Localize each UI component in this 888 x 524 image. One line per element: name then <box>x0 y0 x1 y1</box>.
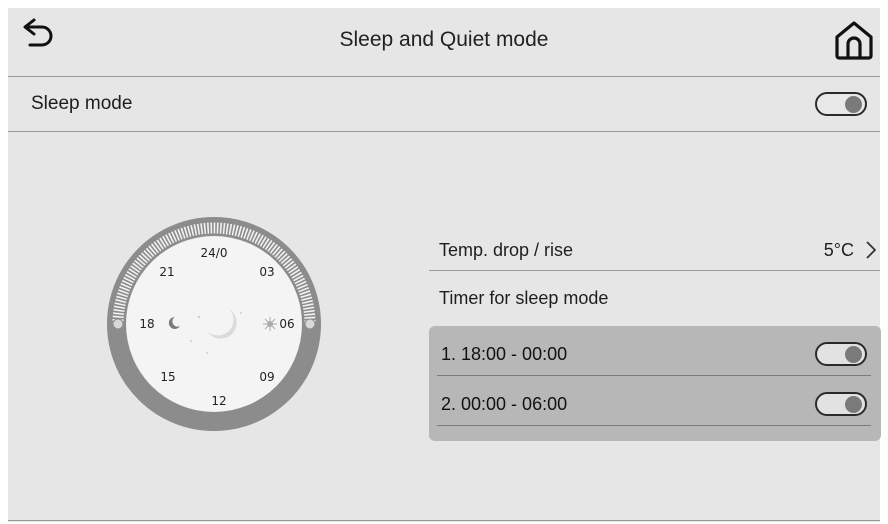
temp-drop-rise-value: 5°C <box>823 240 854 260</box>
sleep-mode-row: Sleep mode <box>8 77 880 132</box>
sun-icon <box>263 317 277 331</box>
chevron-right-icon <box>866 241 876 259</box>
page-title: Sleep and Quiet mode <box>339 28 549 51</box>
timer-section-title: Timer for sleep mode <box>439 288 609 308</box>
sleep-schedule-dial: 24/0 03 06 09 12 15 18 21 <box>107 217 321 431</box>
hour-label-21: 21 <box>159 265 174 279</box>
toggle-knob <box>845 396 862 413</box>
hour-label-03: 03 <box>259 265 274 279</box>
hour-label-12: 12 <box>211 394 226 408</box>
timer-panel: 1. 18:00 - 00:00 2. 00:00 - 06:00 <box>429 326 881 441</box>
bottom-divider <box>8 520 880 521</box>
timer-item-1: 1. 18:00 - 00:00 <box>437 326 871 376</box>
timer-item-2: 2. 00:00 - 06:00 <box>437 376 871 426</box>
header-bar: Sleep and Quiet mode <box>8 8 880 77</box>
timer-item-1-label: 1. 18:00 - 00:00 <box>441 344 568 364</box>
hour-label-15: 15 <box>160 370 175 384</box>
temp-drop-rise-label: Temp. drop / rise <box>439 240 574 260</box>
sleep-mode-toggle[interactable] <box>815 92 867 116</box>
hour-label-18: 18 <box>139 317 154 331</box>
temp-drop-rise-row[interactable]: Temp. drop / rise 5°C <box>429 218 880 271</box>
timer-item-1-toggle[interactable] <box>815 342 867 366</box>
home-icon <box>835 21 873 60</box>
timer-item-2-toggle[interactable] <box>815 392 867 416</box>
toggle-knob <box>845 96 862 113</box>
hour-label-06: 06 <box>279 317 294 331</box>
toggle-knob <box>845 346 862 363</box>
hour-label-24: 24/0 <box>201 246 228 260</box>
home-button[interactable] <box>832 18 880 66</box>
timer-item-2-label: 2. 00:00 - 06:00 <box>441 394 568 414</box>
sleep-mode-label: Sleep mode <box>31 93 133 114</box>
hour-label-09: 09 <box>259 370 274 384</box>
sleep-quiet-screen: Sleep and Quiet mode Sleep mode 24/0 03 … <box>8 8 881 522</box>
